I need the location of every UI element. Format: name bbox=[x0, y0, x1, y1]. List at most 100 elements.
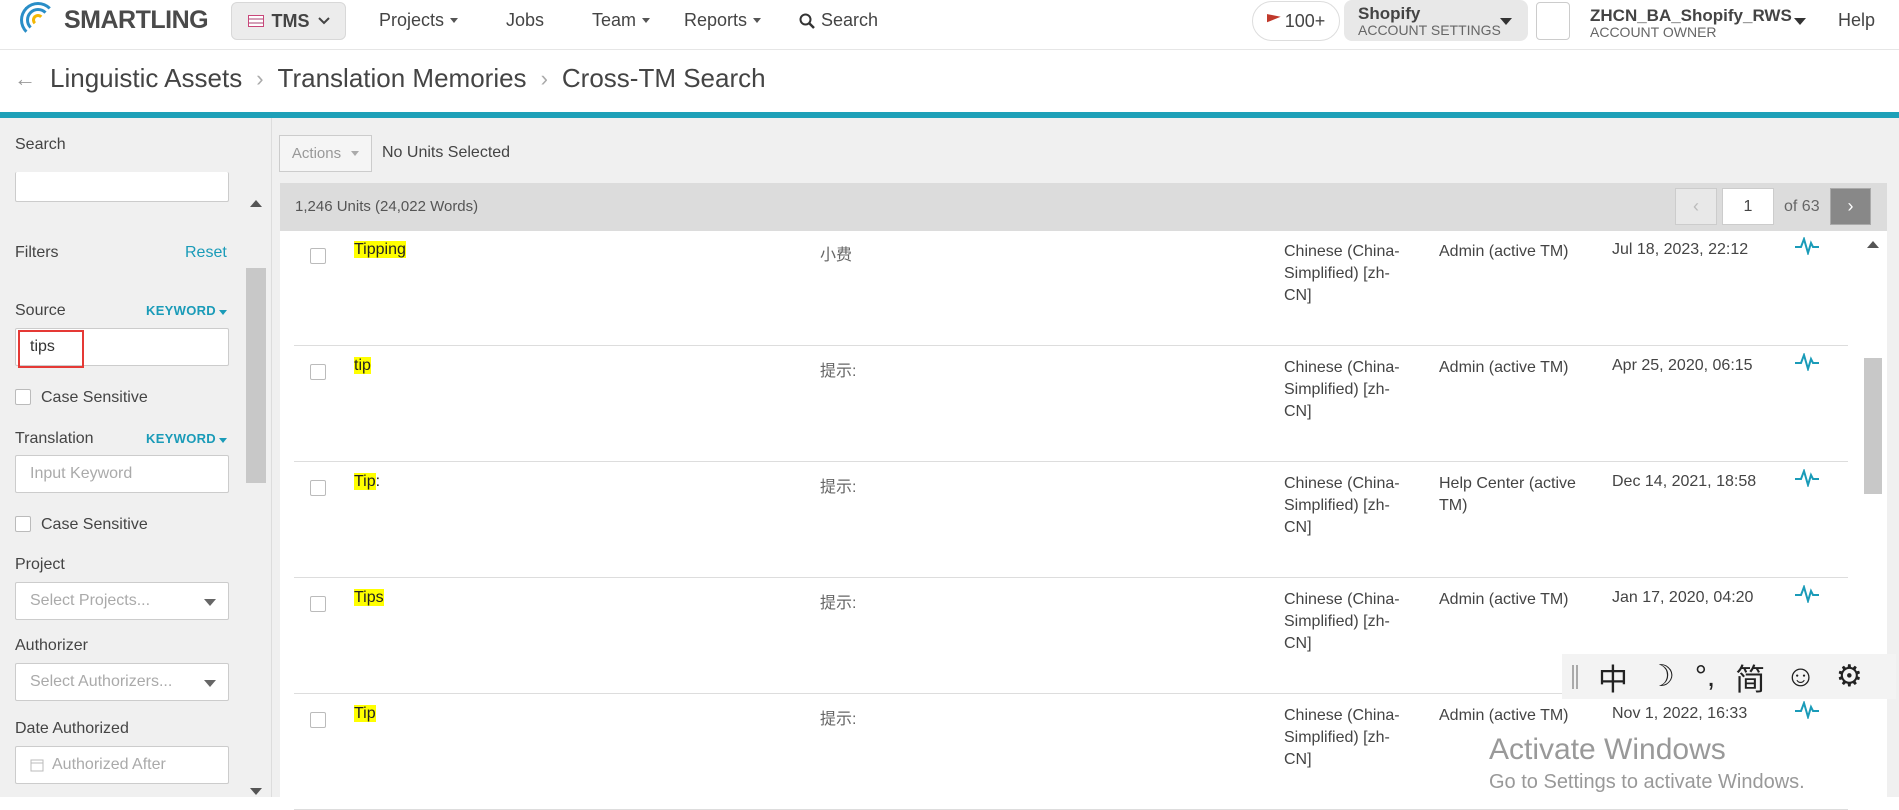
tm-cell: Help Center (active TM) bbox=[1439, 475, 1576, 514]
breadcrumb-cross-tm-search: Cross-TM Search bbox=[561, 63, 766, 93]
gear-icon[interactable]: ⚙ bbox=[1836, 659, 1863, 694]
chevron-left-icon: ‹ bbox=[1693, 196, 1699, 216]
target-text: 小费 bbox=[820, 247, 853, 264]
user-name: ZHCN_BA_Shopify_RWS bbox=[1590, 6, 1792, 25]
caret-down-icon bbox=[204, 599, 216, 606]
translation-mode-dropdown[interactable]: KEYWORD bbox=[146, 431, 227, 446]
translation-case-sensitive-label: Case Sensitive bbox=[41, 516, 148, 533]
selection-status: No Units Selected bbox=[382, 144, 511, 161]
source-case-sensitive-checkbox[interactable] bbox=[15, 389, 31, 405]
actions-dropdown[interactable]: Actions bbox=[279, 135, 372, 172]
page-number-input[interactable]: 1 bbox=[1722, 188, 1774, 225]
table-row[interactable]: Tipping 小费 Chinese (China-Simplified) [z… bbox=[294, 231, 1848, 346]
source-input[interactable]: tips bbox=[15, 328, 229, 368]
drag-handle[interactable] bbox=[1572, 664, 1578, 689]
search-select[interactable] bbox=[15, 172, 229, 202]
row-checkbox[interactable] bbox=[310, 248, 326, 264]
activity-icon[interactable] bbox=[1794, 237, 1820, 255]
row-checkbox[interactable] bbox=[310, 712, 326, 728]
chinese-mode-icon[interactable]: 中 bbox=[1598, 655, 1628, 699]
target-text: 提示: bbox=[820, 711, 857, 728]
scroll-up-icon[interactable] bbox=[1867, 241, 1879, 248]
date-authorized-label: Date Authorized bbox=[15, 720, 129, 737]
activity-icon[interactable] bbox=[1794, 353, 1820, 371]
emoji-icon[interactable]: ☺ bbox=[1785, 660, 1816, 694]
user-menu[interactable]: ZHCN_BA_Shopify_RWS ACCOUNT OWNER bbox=[1590, 6, 1792, 40]
caret-down-icon bbox=[450, 18, 459, 23]
scroll-down-icon[interactable] bbox=[250, 788, 262, 795]
authorizer-label: Authorizer bbox=[15, 637, 88, 654]
chevron-right-icon: › bbox=[540, 65, 548, 91]
caret-down-icon bbox=[642, 18, 651, 23]
chevron-right-icon: › bbox=[256, 65, 264, 91]
next-page-button[interactable]: › bbox=[1830, 188, 1871, 225]
scroll-up-icon[interactable] bbox=[250, 200, 262, 207]
punctuation-icon[interactable]: °, bbox=[1695, 660, 1715, 694]
caret-down-icon[interactable] bbox=[1794, 18, 1806, 25]
nav-jobs[interactable]: Jobs bbox=[506, 10, 544, 31]
breadcrumb-translation-memories[interactable]: Translation Memories bbox=[278, 63, 527, 94]
source-mode-dropdown[interactable]: KEYWORD bbox=[146, 303, 227, 318]
locale-cell: Chinese (China-Simplified) [zh-CN] bbox=[1284, 707, 1400, 768]
tm-cell: Admin (active TM) bbox=[1439, 359, 1569, 376]
breadcrumb-linguistic-assets[interactable]: Linguistic Assets bbox=[50, 63, 242, 94]
watermark-title: Activate Windows bbox=[1489, 733, 1726, 766]
units-list: Tipping 小费 Chinese (China-Simplified) [z… bbox=[280, 231, 1887, 810]
date-authorized-input[interactable]: Authorized After bbox=[15, 746, 229, 784]
locale-cell: Chinese (China-Simplified) [zh-CN] bbox=[1284, 475, 1400, 536]
row-checkbox[interactable] bbox=[310, 364, 326, 380]
date-cell: Jan 17, 2020, 04:20 bbox=[1612, 589, 1754, 606]
source-text: Tip bbox=[354, 705, 376, 722]
authorizer-select[interactable]: Select Authorizers... bbox=[15, 663, 229, 701]
notifications-badge[interactable]: 100+ bbox=[1252, 1, 1340, 41]
table-row[interactable]: tip 提示: Chinese (China-Simplified) [zh-C… bbox=[294, 347, 1848, 462]
locale-cell: Chinese (China-Simplified) [zh-CN] bbox=[1284, 243, 1400, 304]
activity-icon[interactable] bbox=[1794, 585, 1820, 603]
calendar-icon bbox=[30, 759, 44, 772]
tm-cell: Admin (active TM) bbox=[1439, 707, 1569, 724]
product-switcher[interactable]: TMS bbox=[231, 2, 346, 40]
account-settings-dropdown[interactable]: Shopify ACCOUNT SETTINGS bbox=[1344, 0, 1528, 41]
sidebar-scrollbar[interactable] bbox=[246, 268, 266, 483]
caret-down-icon bbox=[1500, 18, 1512, 25]
help-link[interactable]: Help bbox=[1838, 10, 1875, 31]
row-checkbox[interactable] bbox=[310, 596, 326, 612]
target-text: 提示: bbox=[820, 595, 857, 612]
translation-input[interactable]: Input Keyword bbox=[15, 455, 229, 493]
smartling-logo[interactable]: SMARTLING bbox=[18, 0, 209, 40]
moon-icon[interactable]: ☽ bbox=[1648, 659, 1675, 694]
source-text: tip bbox=[354, 357, 371, 374]
nav-projects[interactable]: Projects bbox=[379, 10, 459, 31]
nav-search[interactable]: Search bbox=[799, 10, 878, 31]
caret-down-icon bbox=[753, 18, 762, 23]
user-role: ACCOUNT OWNER bbox=[1590, 24, 1717, 40]
source-case-sensitive-label: Case Sensitive bbox=[41, 389, 148, 406]
locale-cell: Chinese (China-Simplified) [zh-CN] bbox=[1284, 359, 1400, 420]
date-cell: Apr 25, 2020, 06:15 bbox=[1612, 357, 1753, 374]
source-text: Tips bbox=[354, 589, 384, 606]
activity-icon[interactable] bbox=[1794, 469, 1820, 487]
avatar[interactable] bbox=[1536, 2, 1570, 40]
row-checkbox[interactable] bbox=[310, 480, 326, 496]
chevron-right-icon: › bbox=[1847, 196, 1854, 216]
date-cell: Nov 1, 2022, 16:33 bbox=[1612, 705, 1748, 722]
reset-link[interactable]: Reset bbox=[185, 244, 227, 262]
source-text: Tip: bbox=[354, 473, 381, 490]
results-scrollbar[interactable] bbox=[1864, 358, 1882, 494]
table-row[interactable]: Tip: 提示: Chinese (China-Simplified) [zh-… bbox=[294, 463, 1848, 578]
back-arrow-icon[interactable]: ← bbox=[14, 66, 36, 92]
highlight-box bbox=[18, 330, 84, 368]
activity-icon[interactable] bbox=[1794, 701, 1820, 719]
source-text: Tipping bbox=[354, 241, 406, 258]
target-text: 提示: bbox=[820, 479, 857, 496]
simplified-icon[interactable]: 简 bbox=[1735, 655, 1765, 699]
brand-name: SMARTLING bbox=[64, 5, 209, 34]
search-icon bbox=[799, 13, 815, 29]
tm-cell: Admin (active TM) bbox=[1439, 243, 1569, 260]
nav-team[interactable]: Team bbox=[592, 10, 651, 31]
project-select[interactable]: Select Projects... bbox=[15, 582, 229, 620]
translation-case-sensitive-checkbox[interactable] bbox=[15, 516, 31, 532]
previous-page-button[interactable]: ‹ bbox=[1675, 188, 1717, 225]
translation-label: Translation bbox=[15, 430, 94, 447]
nav-reports[interactable]: Reports bbox=[684, 10, 762, 31]
